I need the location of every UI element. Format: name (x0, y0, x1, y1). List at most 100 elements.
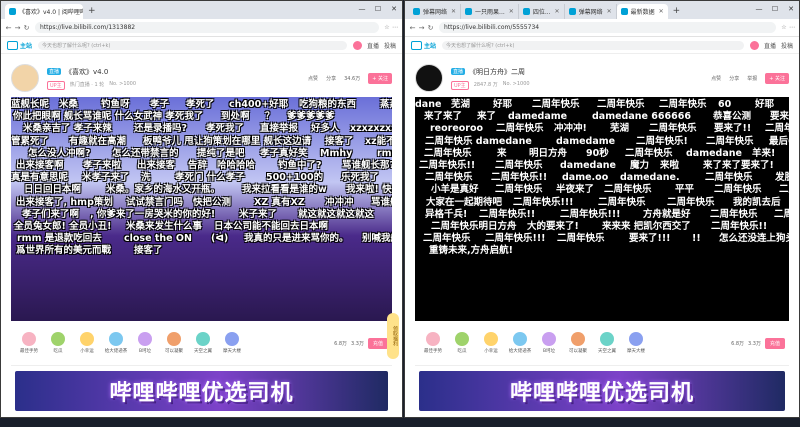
follow-button[interactable]: + 关注 (368, 72, 392, 84)
url-input[interactable]: https://live.bilibili.com/5555734 (439, 22, 776, 33)
tab-2[interactable]: 一只雨果... ✕ (461, 4, 519, 19)
gift-item[interactable]: 小幸运 (73, 332, 101, 354)
close-icon[interactable]: ✕ (451, 8, 456, 15)
danmaku-comment: 孝子 (150, 99, 170, 110)
gift-item[interactable]: 小幸运 (477, 332, 505, 354)
minimize-icon[interactable]: — (751, 1, 767, 17)
danmaku-comment: 来 (497, 147, 507, 159)
share-stat[interactable]: 分享 (326, 75, 336, 82)
room-title: 《明日方舟》二周 (469, 67, 526, 76)
gift-label: 小幸运 (484, 349, 498, 354)
menu-icon[interactable]: ⋯ (788, 24, 796, 31)
maximize-icon[interactable]: ☐ (370, 1, 386, 17)
gift-item[interactable]: 摩天大楼 (218, 332, 246, 354)
header-link-upload[interactable]: 投稿 (384, 41, 396, 50)
like-stat[interactable]: 点赞 (308, 75, 318, 82)
tab-3[interactable]: 四位... ✕ (519, 4, 565, 19)
refresh-icon[interactable]: ↻ (22, 24, 31, 32)
danmaku-comment: 孝死了 (186, 99, 215, 110)
tab-5[interactable]: 最新数据 ✕ (616, 4, 668, 19)
room-text: 直播 《明日方舟》二周 UP主 2847.8 万 No. >1000 (451, 67, 530, 90)
maximize-icon[interactable]: ☐ (767, 1, 783, 17)
gift-item[interactable]: 给大佬递茶 (506, 332, 534, 354)
new-tab-button[interactable]: + (668, 4, 686, 19)
gift-item[interactable]: 给大佬递茶 (102, 332, 130, 354)
avatar[interactable] (352, 40, 362, 50)
gift-icon (571, 332, 585, 346)
welfare-button[interactable]: 领取福利 (387, 313, 399, 359)
video-player[interactable]: 蓝舰长呢米桑 钓鱼呀 孝子 孝死了 ch400+好耶吃狗粮的东西 蒸蒸日常你此把眼啊 舰长… (11, 97, 392, 321)
danmaku-comment: 来了来了 (424, 111, 463, 123)
header-link-upload[interactable]: 投稿 (781, 41, 793, 50)
star-icon[interactable]: ☆ (383, 24, 391, 31)
gift-item[interactable]: 可以凝聚 (160, 332, 188, 354)
search-input[interactable]: 今天也想了解什么呢? (ctrl+k) (38, 40, 347, 50)
danmaku-comment: 日日回日本啊 (24, 184, 82, 196)
gift-item[interactable]: 最佳手势 (15, 332, 43, 354)
gift-item[interactable]: 最佳手势 (419, 332, 447, 354)
gift-icon (484, 332, 498, 346)
refresh-icon[interactable]: ↻ (426, 24, 435, 32)
gift-label: 最佳手势 (20, 349, 38, 354)
forward-icon[interactable]: → (417, 24, 426, 32)
back-icon[interactable]: ← (4, 24, 13, 32)
forward-icon[interactable]: → (13, 24, 22, 32)
topup-button[interactable]: 充值 (367, 337, 388, 349)
danmaku-comment: 要来了!! (714, 123, 752, 135)
tab-4[interactable]: 弹幕网络 ✕ (565, 4, 617, 19)
room-area[interactable]: 2847.8 万 (474, 81, 498, 90)
close-icon[interactable]: ✕ (509, 8, 514, 15)
report-stat[interactable]: 举报 (747, 75, 757, 82)
close-window-icon[interactable]: ✕ (783, 1, 799, 17)
gift-item[interactable]: B坷垃 (535, 332, 563, 354)
minimize-icon[interactable]: — (354, 1, 370, 17)
gift-item[interactable]: 可以凝聚 (564, 332, 592, 354)
gift-item[interactable]: 天空之翼 (593, 332, 621, 354)
streamer-avatar[interactable] (11, 64, 39, 92)
topup-button[interactable]: 充值 (764, 337, 785, 349)
close-icon[interactable]: ✕ (607, 8, 612, 15)
gift-item[interactable]: 吃瓜 (44, 332, 72, 354)
gift-item[interactable]: 摩天大楼 (622, 332, 650, 354)
danmaku-comment: 二周年快乐 (557, 233, 605, 245)
video-player[interactable]: dane芜湖好耶二周年快乐二周年快乐二周年快乐60好耶好耶i来了来了来了dame… (415, 97, 789, 321)
gift-item[interactable]: 吃瓜 (448, 332, 476, 354)
room-title: 《喜欢》v4.0 (65, 67, 109, 76)
ad-banner[interactable]: 哔哩哔哩优选司机 (419, 371, 785, 411)
new-tab-button[interactable]: + (83, 4, 101, 19)
back-icon[interactable]: ← (408, 24, 417, 32)
menu-icon[interactable]: ⋯ (391, 24, 399, 31)
close-window-icon[interactable]: ✕ (386, 1, 402, 17)
danmaku-comment: 异格千兵! (425, 208, 468, 220)
avatar[interactable] (749, 40, 759, 50)
danmaku-comment: 二周年快乐 damedane (425, 135, 532, 147)
tab-1[interactable]: 弹幕网络 ✕ (409, 4, 462, 19)
room-rank: No. >1000 (109, 80, 137, 87)
close-icon[interactable]: ✕ (555, 8, 560, 15)
up-badge: UP主 (47, 80, 65, 90)
header-link-live[interactable]: 直播 (764, 41, 776, 50)
danmaku-comment: 怎么还没连上狗头? (719, 233, 789, 245)
tab-live-1[interactable]: 《喜欢》v4.0 | 阅哔哩哔...✕ (5, 4, 83, 19)
danmaku-comment: Mmhy (320, 147, 353, 159)
gift-item[interactable]: 天空之翼 (189, 332, 217, 354)
close-icon[interactable]: ✕ (659, 8, 664, 15)
url-input[interactable]: https://live.bilibili.com/1313882 (35, 22, 379, 33)
gift-item[interactable]: B坷垃 (131, 332, 159, 354)
star-icon[interactable]: ☆ (780, 24, 788, 31)
follow-button[interactable]: + 关注 (765, 72, 789, 84)
search-input[interactable]: 今天也想了解什么呢? (ctrl+k) (442, 40, 744, 50)
like-stat[interactable]: 点赞 (711, 75, 721, 82)
danmaku-comment: 二周年快乐 (714, 184, 762, 196)
header-link-live[interactable]: 直播 (367, 41, 379, 50)
home-link[interactable]: 主站 (7, 40, 32, 50)
gold-balance: 3.3万 (748, 340, 761, 347)
room-area[interactable]: 热门直播 · 1 轮 (70, 81, 105, 90)
ad-banner[interactable]: 哔哩哔哩优选司机 (15, 371, 388, 411)
danmaku-comment: XZ 真有XZ (254, 196, 305, 208)
gift-label: 摩天大楼 (627, 349, 645, 354)
streamer-avatar[interactable] (415, 64, 443, 92)
share-stat[interactable]: 分享 (729, 75, 739, 82)
site-header: 主站 今天也想了解什么呢? (ctrl+k) 直播 投稿 (405, 37, 799, 54)
home-link[interactable]: 主站 (411, 40, 436, 50)
